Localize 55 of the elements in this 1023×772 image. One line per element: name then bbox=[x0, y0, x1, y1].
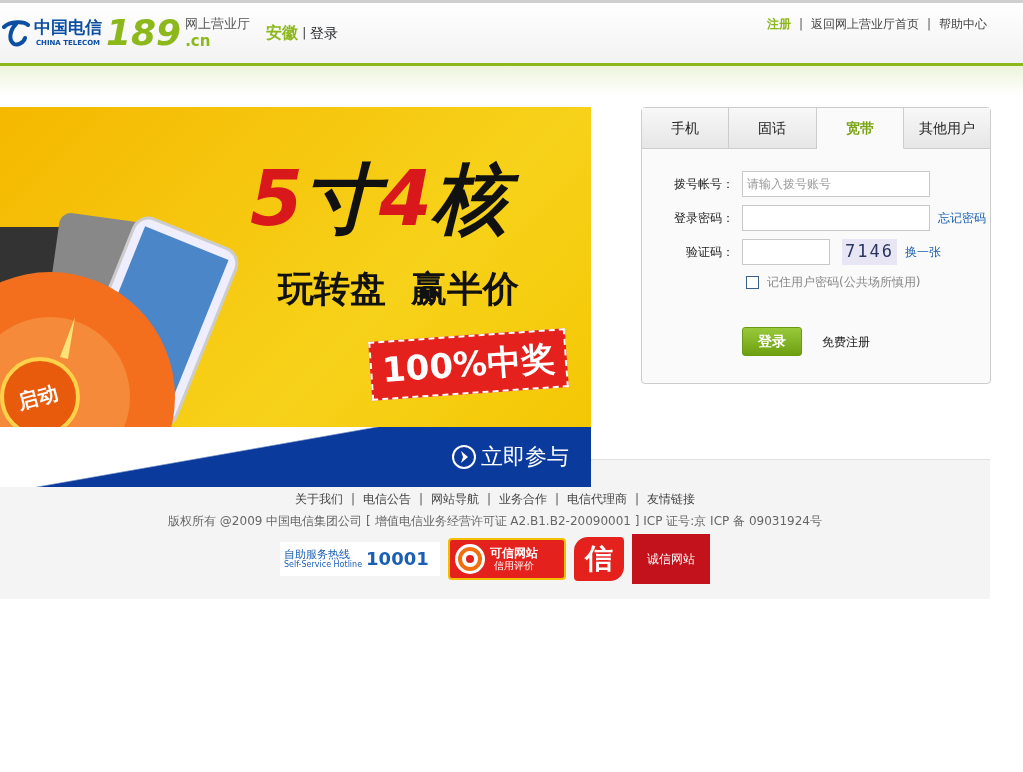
trusted-subtitle: 信用评价 bbox=[494, 560, 534, 573]
banner-stamp: 100%中奖 bbox=[368, 328, 569, 401]
trusted-site-badge[interactable]: 可信网站 信用评价 bbox=[448, 538, 566, 580]
copyright-text: 版权所有 @2009 中国电信集团公司 [ 增值电信业务经营许可证 A2.B1.B2-20090001 ] ICP 证号:京 ICP 备 09031924号 bbox=[168, 513, 822, 530]
login-link[interactable]: 登录 bbox=[310, 22, 339, 44]
hotline-title: 自助服务热线 bbox=[284, 549, 351, 561]
footer-link[interactable]: 电信公告 bbox=[362, 490, 411, 508]
separator: | bbox=[555, 491, 560, 508]
footer-link[interactable]: 关于我们 bbox=[294, 490, 343, 508]
logo-name: 中国电信 bbox=[34, 19, 102, 36]
captcha-field[interactable] bbox=[742, 239, 830, 265]
footer-link[interactable]: 友情链接 bbox=[647, 490, 696, 508]
promo-banner[interactable]: 启动 5寸4核 玩转盘 赢半价 100%中奖 立即参与 bbox=[0, 107, 591, 487]
field-link[interactable]: 换一张 bbox=[904, 243, 941, 261]
region-name: 安徽 bbox=[266, 22, 299, 44]
account-field[interactable]: 请输入拨号账号 bbox=[742, 171, 930, 197]
swirl-icon bbox=[454, 543, 486, 575]
separator: | bbox=[635, 491, 640, 508]
separator: | bbox=[486, 491, 491, 508]
hotline-number: 10001 bbox=[366, 549, 429, 569]
arrow-circle-icon bbox=[451, 443, 477, 470]
logo-domain: .cn bbox=[185, 34, 212, 49]
register-link[interactable]: 免费注册 bbox=[822, 332, 870, 351]
field-label: 验证码： bbox=[685, 244, 734, 261]
field-label: 拨号帐号： bbox=[673, 176, 734, 193]
field-label: 登录密码： bbox=[673, 210, 734, 227]
logo-subtitle: 网上营业厅 bbox=[185, 17, 251, 30]
footer-link[interactable]: 电信代理商 bbox=[567, 490, 628, 508]
login-tab[interactable]: 固话 bbox=[729, 108, 817, 149]
join-now-label[interactable]: 立即参与 bbox=[481, 440, 569, 473]
logo-swoosh-icon bbox=[0, 18, 30, 48]
captcha-image: 7146 bbox=[842, 239, 897, 265]
seal-badge[interactable]: 信 bbox=[574, 537, 624, 581]
trusted-title: 可信网站 bbox=[490, 545, 538, 561]
separator: | bbox=[350, 491, 355, 508]
separator: | bbox=[926, 16, 931, 33]
banner-tagline: 玩转盘 赢半价 bbox=[278, 267, 520, 311]
nav-link[interactable]: 返回网上营业厅首页 bbox=[810, 15, 919, 33]
footer-link[interactable]: 业务合作 bbox=[499, 490, 547, 508]
footer-link[interactable]: 网站导航 bbox=[430, 490, 479, 508]
separator: | bbox=[798, 16, 803, 33]
login-tab[interactable]: 其他用户 bbox=[903, 108, 990, 149]
separator: | bbox=[418, 491, 423, 508]
integrity-badge[interactable]: 诚信网站 bbox=[632, 534, 710, 584]
banner-headline: 5寸4核 bbox=[250, 155, 522, 243]
field-link[interactable]: 忘记密码 bbox=[938, 209, 986, 227]
password-field[interactable] bbox=[742, 205, 930, 231]
remember-checkbox[interactable] bbox=[746, 275, 759, 289]
login-tab[interactable]: 手机 bbox=[642, 108, 730, 149]
hotline-subtitle: Self-Service Hotline bbox=[284, 560, 363, 569]
logo-number: 189 bbox=[106, 15, 182, 51]
separator: | bbox=[302, 25, 307, 42]
remember-label: 记住用户密码(公共场所慎用) bbox=[767, 274, 921, 291]
nav-link[interactable]: 帮助中心 bbox=[939, 15, 987, 33]
wheel-start-label: 启动 bbox=[14, 379, 62, 416]
